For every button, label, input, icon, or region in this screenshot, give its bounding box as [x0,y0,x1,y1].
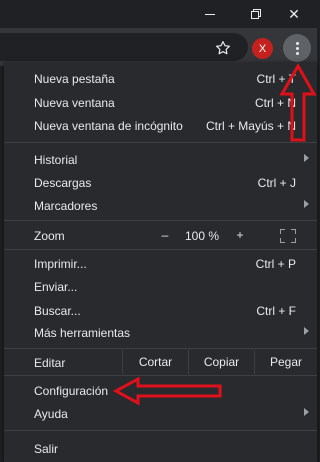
shortcut-label: Ctrl + J [257,176,296,190]
annotation-arrow-left-icon [112,376,222,406]
menu-item-incognito[interactable]: Nueva ventana de incógnito Ctrl + Mayús … [4,115,317,137]
close-icon: ✕ [288,5,300,22]
menu-divider [4,142,317,143]
minimize-icon [205,13,215,15]
chrome-menu-button[interactable] [283,34,311,62]
profile-avatar[interactable]: X [252,38,273,59]
menu-item-exit[interactable]: Salir [4,438,317,460]
submenu-arrow-icon [304,154,309,162]
title-bar: ✕ [0,0,317,28]
cut-button[interactable]: Cortar [122,350,188,374]
submenu-arrow-icon [304,200,309,208]
menu-item-history[interactable]: Historial [4,149,317,171]
menu-item-bookmarks[interactable]: Marcadores [4,195,317,217]
zoom-out-button[interactable]: – [155,228,175,242]
submenu-arrow-icon [304,408,309,416]
menu-item-print[interactable]: Imprimir... Ctrl + P [4,253,317,275]
three-dots-vertical-icon [295,41,299,45]
menu-item-label: Historial [34,153,78,167]
menu-item-label: Nueva ventana [34,96,115,110]
menu-item-label: Salir [34,442,59,456]
menu-item-label: Zoom [34,229,65,243]
menu-item-label: Configuración [34,384,109,398]
menu-item-more-tools[interactable]: Más herramientas [4,322,317,344]
submenu-arrow-icon [304,327,309,335]
menu-item-label: Nueva pestaña [34,72,115,86]
annotation-arrow-up-icon [279,62,317,142]
shortcut-label: Ctrl + P [255,257,296,271]
zoom-level: 100 % [184,229,220,243]
menu-item-label: Nueva ventana de incógnito [34,119,183,133]
menu-item-label: Marcadores [34,199,98,213]
menu-item-label: Enviar... [34,280,78,294]
menu-item-edit: Editar Cortar Copiar Pegar [4,350,317,374]
close-button[interactable]: ✕ [271,0,317,28]
copy-label: Copiar [203,355,240,369]
menu-dot [295,46,299,50]
menu-divider [4,348,317,349]
menu-divider [4,249,317,250]
menu-item-new-tab[interactable]: Nueva pestaña Ctrl + T [4,68,317,90]
menu-item-label: Descargas [34,176,92,190]
menu-item-label: Editar [34,356,66,370]
menu-item-label: Más herramientas [34,326,131,340]
menu-item-cast[interactable]: Enviar... [4,276,317,298]
menu-divider [4,430,317,431]
menu-item-downloads[interactable]: Descargas Ctrl + J [4,172,317,194]
cut-label: Cortar [138,355,173,369]
address-bar[interactable] [0,33,248,61]
menu-divider [4,220,317,221]
zoom-in-button[interactable]: + [230,228,250,242]
menu-item-new-window[interactable]: Nueva ventana Ctrl + N [4,92,317,114]
restore-icon [251,9,261,19]
shortcut-label: Ctrl + F [256,304,296,318]
menu-item-help[interactable]: Ayuda [4,403,317,425]
menu-item-label: Imprimir... [34,257,87,271]
menu-item-label: Buscar... [34,304,81,318]
menu-item-label: Ayuda [34,407,68,421]
fullscreen-icon[interactable] [280,229,296,243]
minimize-button[interactable] [187,0,233,28]
menu-item-find[interactable]: Buscar... Ctrl + F [4,300,317,322]
paste-button[interactable]: Pegar [254,350,317,374]
paste-label: Pegar [269,355,303,369]
menu-item-zoom: Zoom – 100 % + [4,225,317,247]
star-outline-icon[interactable] [214,39,232,57]
menu-dot [295,51,299,55]
copy-button[interactable]: Copiar [188,350,254,374]
